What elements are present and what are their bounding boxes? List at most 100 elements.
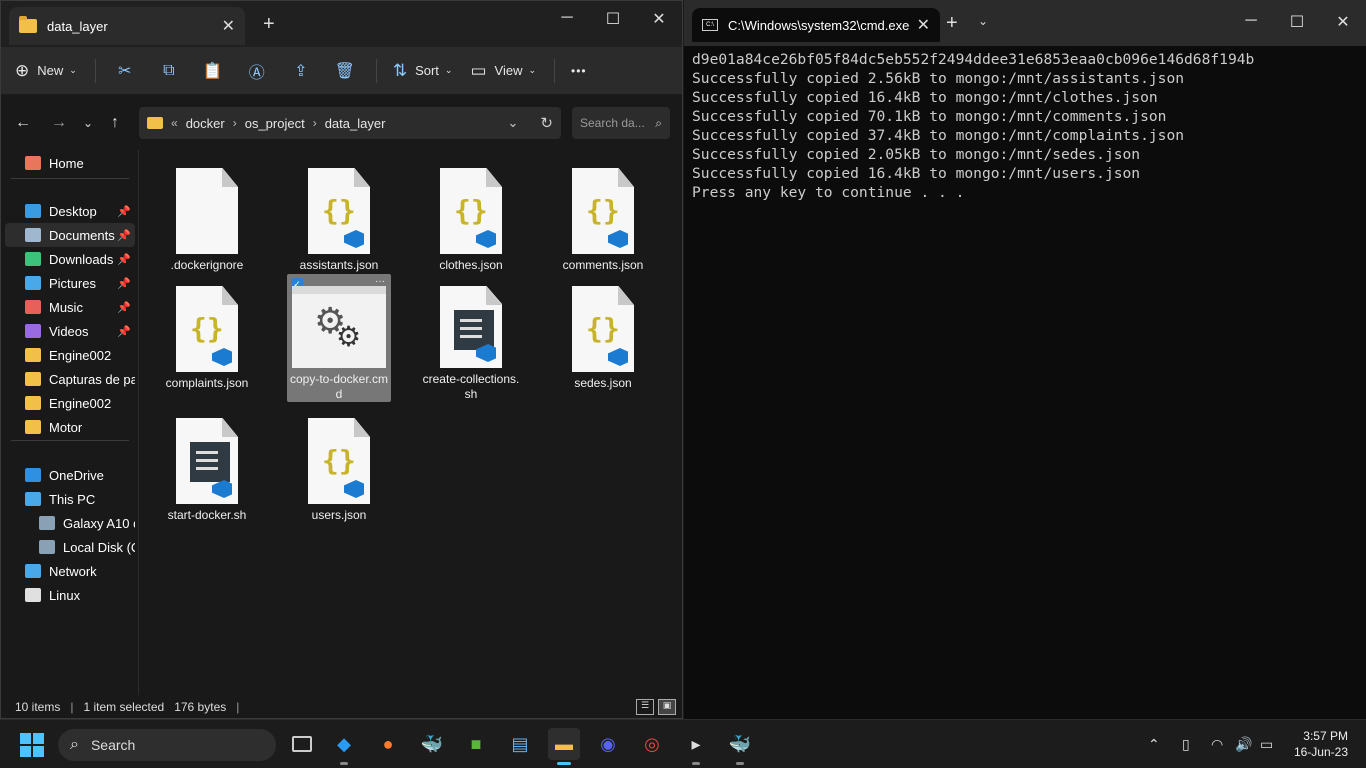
- json-file-icon: {}: [308, 418, 370, 504]
- docker-icon[interactable]: 🐳: [416, 728, 448, 760]
- sidebar-item-capturas-de-pant[interactable]: Capturas de pant: [5, 367, 135, 391]
- file-sedes-json[interactable]: {} sedes.json: [551, 274, 655, 402]
- chevron-up-icon[interactable]: ⌃: [1148, 736, 1160, 753]
- breadcrumb-os-project[interactable]: os_project: [245, 116, 305, 131]
- file-explorer-icon[interactable]: ▬: [548, 728, 580, 765]
- rename-icon[interactable]: Ⓐ: [244, 59, 270, 83]
- address-bar[interactable]: « docker › os_project › data_layer ⌄ ↻: [139, 107, 561, 139]
- view-button[interactable]: ▭ View ⌄: [470, 61, 536, 81]
- chrome-icon[interactable]: ◎: [636, 728, 668, 760]
- file-complaints-json[interactable]: {} complaints.json: [155, 274, 259, 402]
- breadcrumb-docker[interactable]: docker: [186, 116, 225, 131]
- back-arrow-icon[interactable]: ←: [15, 114, 31, 132]
- start-button[interactable]: [20, 733, 44, 757]
- firefox-icon[interactable]: ●: [372, 728, 404, 760]
- large-icons-view-icon[interactable]: ▣: [658, 699, 676, 715]
- sidebar-item-local-disk-c[interactable]: Local Disk (C:): [5, 535, 135, 559]
- breadcrumb-overflow[interactable]: «: [171, 116, 178, 130]
- file-dockerignore[interactable]: .dockerignore: [155, 156, 259, 284]
- minimize-button[interactable]: ─: [544, 9, 590, 29]
- explorer-toolbar: ⊕ New ⌄ ✂ ⧉ 📋 Ⓐ ⇪ 🗑 ⇅ Sort ⌄ ▭ View ⌄ ••…: [1, 47, 682, 95]
- file-users-json[interactable]: {} users.json: [287, 406, 391, 534]
- tab-dropdown-icon[interactable]: ⌄: [978, 14, 988, 28]
- search-box[interactable]: Search da... ⌕: [572, 107, 670, 139]
- battery-icon[interactable]: ▭: [1260, 736, 1273, 753]
- file-start-docker-sh[interactable]: start-docker.sh: [155, 406, 259, 534]
- vscode-icon[interactable]: ◆: [328, 728, 360, 765]
- up-arrow-icon[interactable]: ↑: [111, 114, 119, 132]
- sidebar-item-videos[interactable]: Videos 📌: [5, 319, 135, 343]
- sidebar-item-icon: [25, 420, 41, 434]
- new-button[interactable]: ⊕ New ⌄: [15, 61, 77, 81]
- file-comments-json[interactable]: {} comments.json: [551, 156, 655, 284]
- maximize-button[interactable]: ☐: [590, 9, 636, 29]
- close-window-button[interactable]: ✕: [636, 9, 682, 29]
- sidebar-item-linux[interactable]: Linux: [5, 583, 135, 607]
- close-tab-icon[interactable]: ✕: [917, 15, 930, 35]
- file-copy-to-docker-cmd[interactable]: ✓ ··· ⚙ ⚙ copy-to-docker.cmd: [287, 274, 391, 402]
- docker-desktop-icon[interactable]: 🐳: [724, 728, 756, 765]
- sidebar-item-desktop[interactable]: Desktop 📌: [5, 199, 135, 223]
- sidebar-item-downloads[interactable]: Downloads 📌: [5, 247, 135, 271]
- sidebar-item-motor[interactable]: Motor: [5, 415, 135, 439]
- discord-icon[interactable]: ◉: [592, 728, 624, 760]
- recent-locations-chevron-icon[interactable]: ⌄: [83, 116, 93, 130]
- maximize-button[interactable]: ☐: [1274, 12, 1320, 32]
- sidebar-item-home[interactable]: Home: [5, 151, 135, 175]
- usb-device-icon[interactable]: ▯: [1182, 736, 1190, 753]
- file-explorer-window: data_layer ✕ + ─ ☐ ✕ ⊕ New ⌄ ✂ ⧉ 📋 Ⓐ ⇪ 🗑…: [0, 0, 683, 719]
- paste-icon[interactable]: 📋: [200, 61, 226, 81]
- sidebar-item-label: Desktop: [49, 203, 97, 219]
- toolbar-separator: [375, 58, 377, 83]
- forward-arrow-icon[interactable]: →: [51, 114, 67, 132]
- selection-size: 176 bytes: [174, 700, 227, 714]
- copy-icon[interactable]: ⧉: [156, 62, 182, 80]
- chevron-down-icon: ⌄: [69, 65, 77, 75]
- minimize-button[interactable]: ─: [1228, 12, 1274, 32]
- sidebar-item-pictures[interactable]: Pictures 📌: [5, 271, 135, 295]
- sidebar-item-music[interactable]: Music 📌: [5, 295, 135, 319]
- explorer-tab[interactable]: data_layer ✕: [9, 7, 245, 45]
- sidebar-item-icon: [39, 516, 55, 530]
- terminal-output[interactable]: d9e01a84ce26bf05f84dc5eb552f2494ddee31e6…: [692, 50, 1352, 202]
- share-icon[interactable]: ⇪: [288, 61, 314, 81]
- sidebar-item-galaxy-a10-de-e[interactable]: Galaxy A10 de E: [5, 511, 135, 535]
- task-view-icon[interactable]: [286, 728, 318, 760]
- file-create-collections-sh[interactable]: create-collections.sh: [419, 274, 523, 402]
- file-clothes-json[interactable]: {} clothes.json: [419, 156, 523, 284]
- refresh-icon[interactable]: ↻: [540, 114, 553, 132]
- close-tab-icon[interactable]: ✕: [222, 16, 235, 36]
- json-file-icon: {}: [572, 168, 634, 254]
- clock[interactable]: 3:57 PM 16-Jun-23: [1294, 728, 1348, 760]
- file-assistants-json[interactable]: {} assistants.json: [287, 156, 391, 284]
- sidebar-item-icon: [25, 324, 41, 338]
- sidebar-item-engine002[interactable]: Engine002: [5, 391, 135, 415]
- sidebar-item-icon: [25, 492, 41, 506]
- details-view-icon[interactable]: ☰: [636, 699, 654, 715]
- clock-time: 3:57 PM: [1303, 729, 1348, 743]
- new-tab-button[interactable]: +: [263, 13, 275, 36]
- volume-icon[interactable]: 🔊: [1235, 736, 1252, 753]
- sidebar-item-icon: [25, 300, 41, 314]
- sidebar-item-label: Engine002: [49, 347, 112, 363]
- delete-icon[interactable]: 🗑: [332, 61, 358, 81]
- terminal-tab[interactable]: C:\ C:\Windows\system32\cmd.exe ✕: [692, 8, 940, 42]
- breadcrumb-data-layer[interactable]: data_layer: [325, 116, 386, 131]
- sidebar-item-onedrive[interactable]: OneDrive: [5, 463, 135, 487]
- sidebar-item-documents[interactable]: Documents 📌: [5, 223, 135, 247]
- more-options-button[interactable]: •••: [571, 64, 587, 78]
- resource-monitor-icon[interactable]: ▤: [504, 728, 536, 760]
- sort-button[interactable]: ⇅ Sort ⌄: [393, 61, 453, 81]
- plus-circle-icon: ⊕: [15, 60, 30, 80]
- terminal-icon[interactable]: ▸: [680, 728, 712, 765]
- wifi-icon[interactable]: ◠: [1211, 736, 1223, 753]
- sidebar-item-engine002[interactable]: Engine002: [5, 343, 135, 367]
- minecraft-icon[interactable]: ■: [460, 728, 492, 760]
- close-window-button[interactable]: ✕: [1320, 12, 1366, 32]
- cut-icon[interactable]: ✂: [112, 61, 138, 81]
- taskbar-search[interactable]: ⌕ Search: [58, 729, 276, 761]
- address-dropdown-icon[interactable]: ⌄: [508, 115, 519, 131]
- sidebar-item-network[interactable]: Network: [5, 559, 135, 583]
- new-tab-button[interactable]: +: [946, 12, 958, 35]
- sidebar-item-this-pc[interactable]: This PC: [5, 487, 135, 511]
